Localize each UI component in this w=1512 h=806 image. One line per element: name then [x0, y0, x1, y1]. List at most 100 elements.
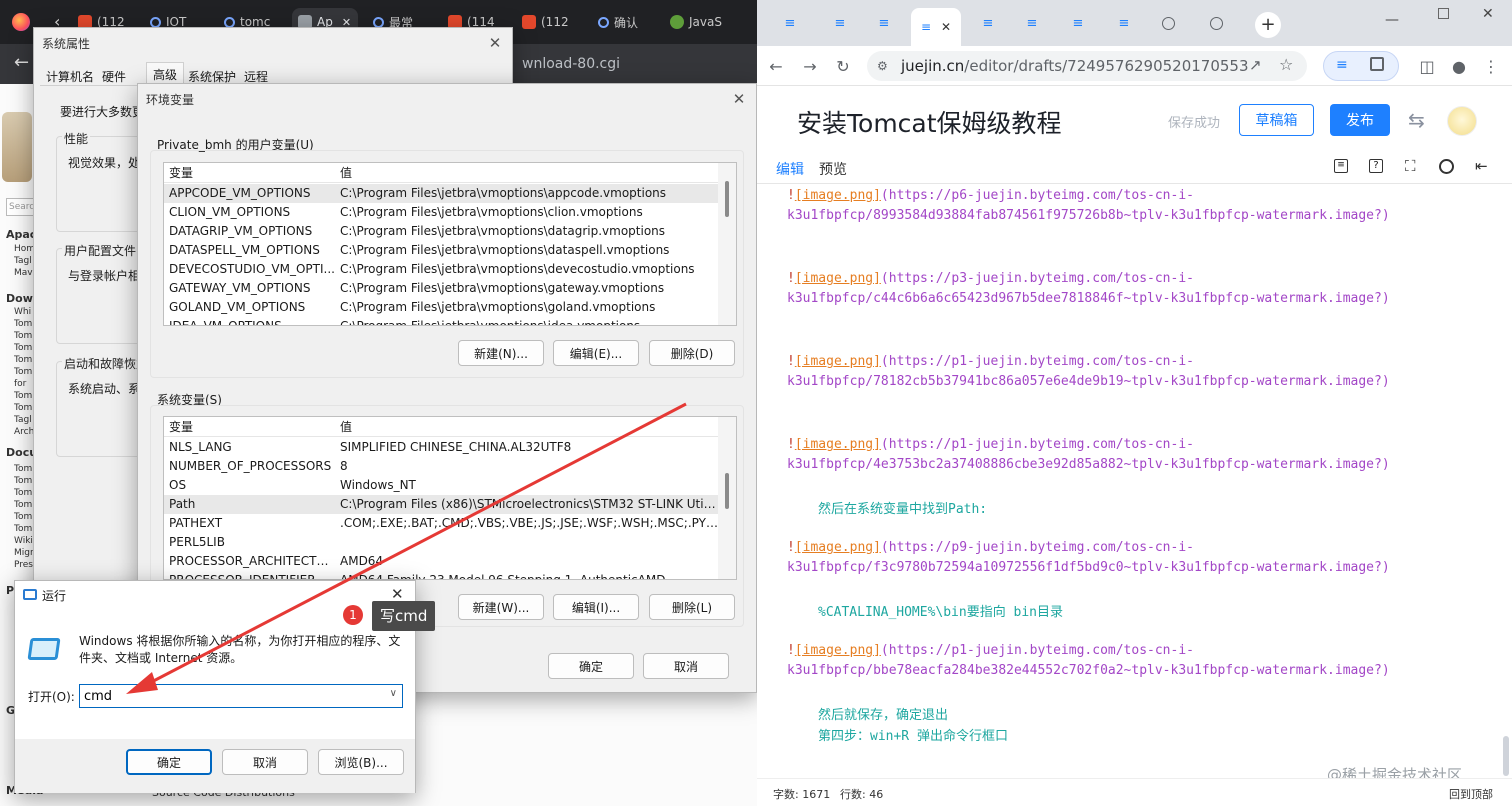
markdown-text-line[interactable]: 第四步：win+R 弹出命令行框口 — [818, 725, 1008, 744]
globe-icon — [1161, 16, 1175, 30]
image-alt-text: [image.png] — [794, 540, 881, 555]
image-bang: ! — [787, 188, 795, 203]
reload-icon[interactable]: ↻ — [830, 53, 856, 79]
address-bar[interactable]: ⚙ juejin.cn/editor/drafts/72495762905201… — [867, 51, 1307, 81]
browser-tab[interactable] — [1155, 10, 1181, 36]
annotation-arrow — [126, 402, 687, 694]
markdown-text-line[interactable]: %CATALINA_HOME%\bin要指向 bin目录 — [818, 601, 1063, 620]
juejin-icon: ≡ — [1072, 15, 1084, 31]
image-alt-text: [image.png] — [794, 643, 881, 658]
exit-icon[interactable]: ⇤ — [1475, 157, 1488, 175]
globe-icon — [1209, 16, 1223, 30]
browser-tab[interactable]: ≡ — [1019, 10, 1045, 36]
image-bang: ! — [787, 540, 795, 555]
share-icon[interactable]: ↗ — [1249, 56, 1262, 74]
browser-tab[interactable] — [1203, 10, 1229, 36]
image-url-continued[interactable]: k3u1fbpfcp/8993584d93884fab874561f975726… — [787, 208, 1390, 223]
image-alt-text: [image.png] — [794, 437, 881, 452]
help-icon[interactable]: ? — [1369, 159, 1383, 173]
image-alt-text: [image.png] — [794, 354, 881, 369]
word-count: 字数: 1671 — [773, 788, 831, 801]
switch-editor-icon[interactable]: ⇆ — [1408, 108, 1425, 132]
menu-icon[interactable]: ⋮ — [1478, 53, 1504, 79]
browser-tab[interactable]: ≡ — [777, 10, 803, 36]
bookmark-star-icon[interactable]: ☆ — [1279, 55, 1293, 74]
image-url-continued[interactable]: k3u1fbpfcp/f3c9780b72594a10972556f1df5bd… — [787, 560, 1390, 575]
image-bang: ! — [787, 354, 795, 369]
juejin-icon: ≡ — [784, 15, 796, 31]
right-browser-window: ≡ ≡ ≡ ≡ ≡ ≡ ≡ ≡ ✕ + — ✕ ← → ↻ ⚙ juejin.cn/edit… — [757, 0, 1512, 806]
markdown-image-line[interactable]: ![image.png](https://p1-juejin.byteimg.c… — [787, 437, 1194, 452]
url-path: /editor/drafts/7249576290520170553 — [964, 57, 1249, 75]
avatar[interactable] — [1447, 106, 1477, 136]
publish-button[interactable]: 发布 — [1330, 104, 1390, 136]
image-bang: ! — [787, 643, 795, 658]
new-tab-button[interactable]: + — [1255, 12, 1281, 38]
right-tab-strip: ≡ ≡ ≡ ≡ ≡ ≡ ≡ ≡ ✕ + — ✕ — [757, 0, 1512, 46]
forward-arrow-icon[interactable]: → — [797, 53, 823, 79]
article-title-input[interactable]: 安装Tomcat保姆级教程 — [797, 104, 1062, 140]
juejin-icon: ≡ — [982, 15, 994, 31]
markdown-image-line[interactable]: ![image.png](https://p6-juejin.byteimg.c… — [787, 188, 1194, 203]
image-alt-text: [image.png] — [794, 188, 881, 203]
juejin-icon: ≡ — [1026, 15, 1038, 31]
github-icon[interactable] — [1439, 159, 1454, 174]
profile-icon[interactable]: ● — [1446, 53, 1472, 79]
juejin-extension-icon[interactable]: ≡ — [1336, 57, 1348, 73]
image-bang: ! — [787, 271, 795, 286]
site-info-icon[interactable]: ⚙ — [877, 59, 891, 73]
tab-preview[interactable]: 预览 — [819, 159, 847, 179]
markdown-editor[interactable]: ![image.png](https://p6-juejin.byteimg.c… — [757, 184, 1512, 778]
markdown-text-line[interactable]: 然后在系统变量中找到Path: — [818, 498, 987, 517]
image-url-start: (https://p1-juejin.byteimg.com/tos-cn-i- — [880, 437, 1194, 452]
tab-edit[interactable]: 编辑 — [776, 159, 804, 179]
image-url-start: (https://p3-juejin.byteimg.com/tos-cn-i- — [880, 271, 1194, 286]
right-toolbar: ← → ↻ ⚙ juejin.cn/editor/drafts/72495762… — [757, 46, 1512, 86]
image-url-start: (https://p6-juejin.byteimg.com/tos-cn-i- — [880, 188, 1194, 203]
markdown-image-line[interactable]: ![image.png](https://p3-juejin.byteimg.c… — [787, 271, 1194, 286]
maximize-icon[interactable] — [1438, 8, 1449, 19]
browser-tab[interactable]: ≡ — [1111, 10, 1137, 36]
minimize-icon[interactable]: — — [1385, 12, 1399, 28]
juejin-icon: ≡ — [920, 20, 931, 34]
browser-tab[interactable]: ≡ — [975, 10, 1001, 36]
editor-tabs: 编辑 预览 ≡ ? ⛶ ⇤ — [757, 154, 1512, 184]
markdown-image-line[interactable]: ![image.png](https://p9-juejin.byteimg.c… — [787, 540, 1194, 555]
image-url-continued[interactable]: k3u1fbpfcp/4e3753bc2a37408886cbe3e92d85a… — [787, 457, 1390, 472]
image-alt-text: [image.png] — [794, 271, 881, 286]
browser-tab[interactable]: ≡ — [827, 10, 853, 36]
extension-group: ≡ — [1323, 51, 1399, 81]
image-url-start: (https://p9-juejin.byteimg.com/tos-cn-i- — [880, 540, 1194, 555]
editor-header: 安装Tomcat保姆级教程 保存成功 草稿箱 发布 ⇆ — [757, 86, 1512, 154]
image-url-start: (https://p1-juejin.byteimg.com/tos-cn-i- — [880, 643, 1194, 658]
juejin-icon: ≡ — [878, 15, 890, 31]
juejin-icon: ≡ — [834, 15, 846, 31]
url-host: juejin.cn — [901, 57, 965, 75]
image-url-continued[interactable]: k3u1fbpfcp/c44c6b6a6c65423d967b5dee78188… — [787, 291, 1390, 306]
image-bang: ! — [787, 437, 795, 452]
back-to-top-link[interactable]: 回到顶部 — [1449, 786, 1493, 802]
line-count: 行数: 46 — [840, 788, 884, 801]
save-status: 保存成功 — [1168, 116, 1221, 131]
juejin-watermark: @稀土掘金技术社区 — [1327, 766, 1463, 778]
markdown-text-line[interactable]: 然后就保存，确定退出 — [818, 704, 948, 723]
fullscreen-icon[interactable]: ⛶ — [1405, 157, 1416, 175]
back-arrow-icon[interactable]: ← — [763, 53, 789, 79]
juejin-icon: ≡ — [1118, 15, 1130, 31]
image-url-continued[interactable]: k3u1fbpfcp/78182cb5b37941bc86a057e6e4de9… — [787, 374, 1390, 389]
markdown-image-line[interactable]: ![image.png](https://p1-juejin.byteimg.c… — [787, 354, 1194, 369]
window-close-icon[interactable]: ✕ — [1482, 6, 1494, 22]
extensions-puzzle-icon[interactable] — [1370, 57, 1384, 71]
image-url-continued[interactable]: k3u1fbpfcp/bbe78eacfa284be382e44552c702f… — [787, 663, 1390, 678]
tab-close-icon[interactable]: ✕ — [941, 20, 951, 34]
markdown-image-line[interactable]: ![image.png](https://p1-juejin.byteimg.c… — [787, 643, 1194, 658]
image-url-start: (https://p1-juejin.byteimg.com/tos-cn-i- — [880, 354, 1194, 369]
editor-scrollbar[interactable] — [1503, 736, 1509, 776]
side-panel-icon[interactable]: ◫ — [1414, 53, 1440, 79]
active-tab[interactable]: ≡ ✕ — [911, 8, 961, 46]
drafts-button[interactable]: 草稿箱 — [1239, 104, 1314, 136]
toc-icon[interactable]: ≡ — [1334, 159, 1348, 173]
browser-tab[interactable]: ≡ — [871, 10, 897, 36]
browser-tab[interactable]: ≡ — [1065, 10, 1091, 36]
editor-status-bar: 字数: 1671 行数: 46 回到顶部 — [757, 778, 1512, 806]
